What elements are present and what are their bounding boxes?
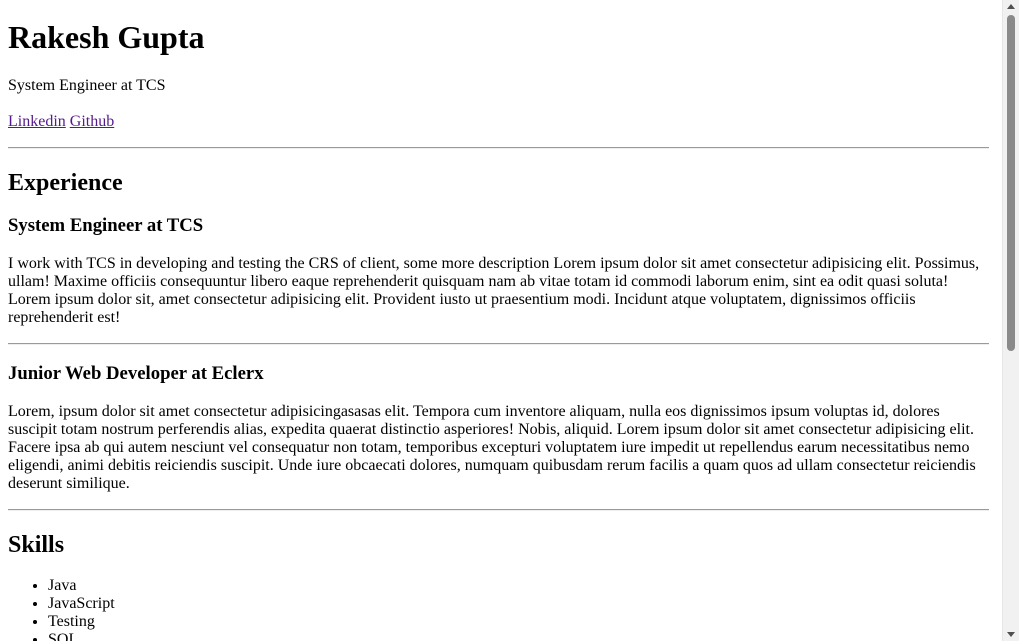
divider xyxy=(8,147,989,149)
github-link[interactable]: Github xyxy=(70,113,114,130)
linkedin-link[interactable]: Linkedin xyxy=(8,113,66,130)
experience-title-1: System Engineer at TCS xyxy=(8,215,204,236)
divider xyxy=(8,343,989,345)
skills-list: Java JavaScript Testing SQL xyxy=(8,577,989,641)
experience-title-2: Junior Web Developer at Eclerx xyxy=(8,363,264,384)
experience-description-2: Lorem, ipsum dolor sit amet consectetur … xyxy=(8,403,976,492)
experience-heading: Experience xyxy=(8,170,123,196)
divider xyxy=(8,509,989,511)
scroll-down-arrow-icon[interactable] xyxy=(1007,632,1015,637)
skill-item: Java xyxy=(48,577,989,595)
skill-item: JavaScript xyxy=(48,595,989,613)
page-content: Rakesh Gupta System Engineer at TCS Link… xyxy=(0,0,997,641)
profile-links: Linkedin Github xyxy=(8,113,989,131)
scrollbar-thumb[interactable] xyxy=(1007,15,1015,351)
tagline: System Engineer at TCS xyxy=(8,77,166,94)
skill-item: SQL xyxy=(48,631,989,641)
scroll-up-arrow-icon[interactable] xyxy=(1007,4,1015,9)
experience-description-1: I work with TCS in developing and testin… xyxy=(8,255,980,326)
skills-heading: Skills xyxy=(8,532,65,558)
vertical-scrollbar[interactable] xyxy=(1002,0,1019,641)
skill-item: Testing xyxy=(48,613,989,631)
page-title: Rakesh Gupta xyxy=(8,19,205,55)
